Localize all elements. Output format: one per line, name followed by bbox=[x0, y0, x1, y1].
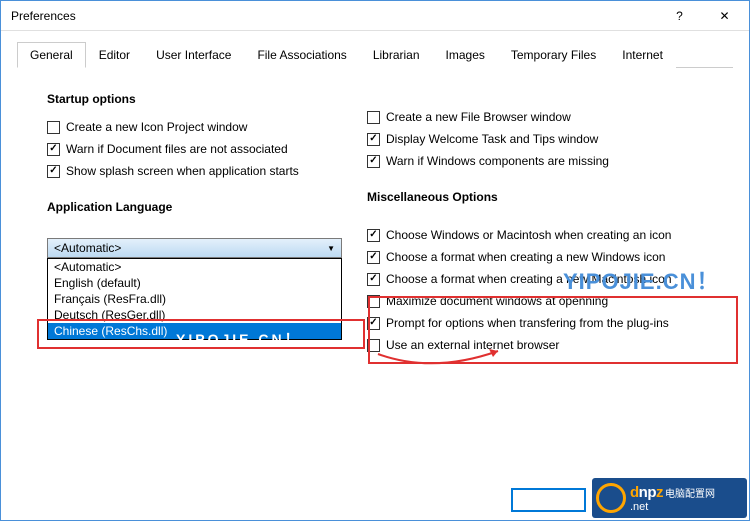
logo-main: dnpz bbox=[630, 484, 663, 501]
checkbox-label[interactable]: Use an external internet browser bbox=[386, 338, 559, 352]
tab-images[interactable]: Images bbox=[433, 42, 498, 68]
misc-row: Choose a format when creating a new Wind… bbox=[367, 250, 733, 264]
checkbox-maximize[interactable] bbox=[367, 295, 380, 308]
dropdown-item-english[interactable]: English (default) bbox=[48, 275, 341, 291]
checkbox-label[interactable]: Maximize document windows at openning bbox=[386, 294, 608, 308]
tab-editor[interactable]: Editor bbox=[86, 42, 143, 68]
misc-title: Miscellaneous Options bbox=[367, 190, 733, 204]
checkbox-label[interactable]: Choose Windows or Macintosh when creatin… bbox=[386, 228, 671, 242]
checkbox-format-win[interactable] bbox=[367, 251, 380, 264]
startup-row: Create a new File Browser window bbox=[367, 110, 733, 124]
logo-sub: .net bbox=[630, 501, 715, 513]
chevron-down-icon: ▼ bbox=[327, 244, 335, 253]
startup-row: Warn if Document files are not associate… bbox=[47, 142, 367, 156]
checkbox-prompt-plugins[interactable] bbox=[367, 317, 380, 330]
logo-circle-icon bbox=[596, 483, 626, 513]
checkbox-label[interactable]: Create a new Icon Project window bbox=[66, 120, 247, 134]
tab-strip: General Editor User Interface File Assoc… bbox=[17, 41, 733, 68]
misc-row: Choose a format when creating a new Maci… bbox=[367, 272, 733, 286]
misc-row: Choose Windows or Macintosh when creatin… bbox=[367, 228, 733, 242]
lang-title: Application Language bbox=[47, 200, 367, 214]
misc-row: Prompt for options when transfering from… bbox=[367, 316, 733, 330]
titlebar-buttons: ? ✕ bbox=[657, 2, 747, 30]
logo-text: dnpz 电脑配置网 .net bbox=[630, 484, 715, 513]
checkbox-label[interactable]: Warn if Windows components are missing bbox=[386, 154, 609, 168]
checkbox-welcome[interactable] bbox=[367, 133, 380, 146]
startup-right: Create a new File Browser window Display… bbox=[367, 82, 733, 360]
tab-general[interactable]: General bbox=[17, 42, 86, 68]
checkbox-choose-os[interactable] bbox=[367, 229, 380, 242]
startup-row: Display Welcome Task and Tips window bbox=[367, 132, 733, 146]
dropdown-list: <Automatic> English (default) Français (… bbox=[47, 258, 342, 340]
dropdown-item-german[interactable]: Deutsch (ResGer.dll) bbox=[48, 307, 341, 323]
startup-left: Startup options Create a new Icon Projec… bbox=[17, 82, 367, 360]
logo-cn: 电脑配置网 bbox=[665, 485, 715, 500]
misc-row: Maximize document windows at openning bbox=[367, 294, 733, 308]
checkbox-warn-components[interactable] bbox=[367, 155, 380, 168]
startup-columns: Startup options Create a new Icon Projec… bbox=[17, 82, 733, 360]
checkbox-label[interactable]: Prompt for options when transfering from… bbox=[386, 316, 669, 330]
preferences-window: Preferences ? ✕ General Editor User Inte… bbox=[0, 0, 750, 521]
checkbox-label[interactable]: Show splash screen when application star… bbox=[66, 164, 299, 178]
misc-row: Use an external internet browser bbox=[367, 338, 733, 352]
checkbox-label[interactable]: Choose a format when creating a new Maci… bbox=[386, 272, 672, 286]
startup-title: Startup options bbox=[47, 92, 367, 106]
checkbox-splash[interactable] bbox=[47, 165, 60, 178]
ok-button[interactable] bbox=[511, 488, 586, 512]
checkbox-ext-browser[interactable] bbox=[367, 339, 380, 352]
checkbox-format-mac[interactable] bbox=[367, 273, 380, 286]
close-button[interactable]: ✕ bbox=[702, 2, 747, 30]
checkbox-label[interactable]: Choose a format when creating a new Wind… bbox=[386, 250, 665, 264]
dropdown-selected[interactable]: <Automatic> ▼ bbox=[47, 238, 342, 258]
language-dropdown[interactable]: <Automatic> ▼ <Automatic> English (defau… bbox=[47, 238, 367, 258]
checkbox-label[interactable]: Display Welcome Task and Tips window bbox=[386, 132, 598, 146]
startup-row: Warn if Windows components are missing bbox=[367, 154, 733, 168]
checkbox-warn-assoc[interactable] bbox=[47, 143, 60, 156]
startup-row: Create a new Icon Project window bbox=[47, 120, 367, 134]
tab-ui[interactable]: User Interface bbox=[143, 42, 244, 68]
dropdown-item-chinese[interactable]: Chinese (ResChs.dll) bbox=[48, 323, 341, 339]
tab-librarian[interactable]: Librarian bbox=[360, 42, 433, 68]
checkbox-label[interactable]: Create a new File Browser window bbox=[386, 110, 571, 124]
content: General Editor User Interface File Assoc… bbox=[1, 31, 749, 370]
tab-temp[interactable]: Temporary Files bbox=[498, 42, 609, 68]
checkbox-file-browser[interactable] bbox=[367, 111, 380, 124]
dropdown-selected-text: <Automatic> bbox=[54, 241, 121, 255]
checkbox-label[interactable]: Warn if Document files are not associate… bbox=[66, 142, 288, 156]
dnpz-logo: dnpz 电脑配置网 .net bbox=[592, 478, 747, 518]
tab-internet[interactable]: Internet bbox=[609, 42, 676, 68]
window-title: Preferences bbox=[11, 9, 76, 23]
dropdown-item-auto[interactable]: <Automatic> bbox=[48, 259, 341, 275]
titlebar: Preferences ? ✕ bbox=[1, 1, 749, 31]
checkbox-create-icon-window[interactable] bbox=[47, 121, 60, 134]
dropdown-item-french[interactable]: Français (ResFra.dll) bbox=[48, 291, 341, 307]
tab-file-assoc[interactable]: File Associations bbox=[244, 42, 359, 68]
help-button[interactable]: ? bbox=[657, 2, 702, 30]
startup-row: Show splash screen when application star… bbox=[47, 164, 367, 178]
